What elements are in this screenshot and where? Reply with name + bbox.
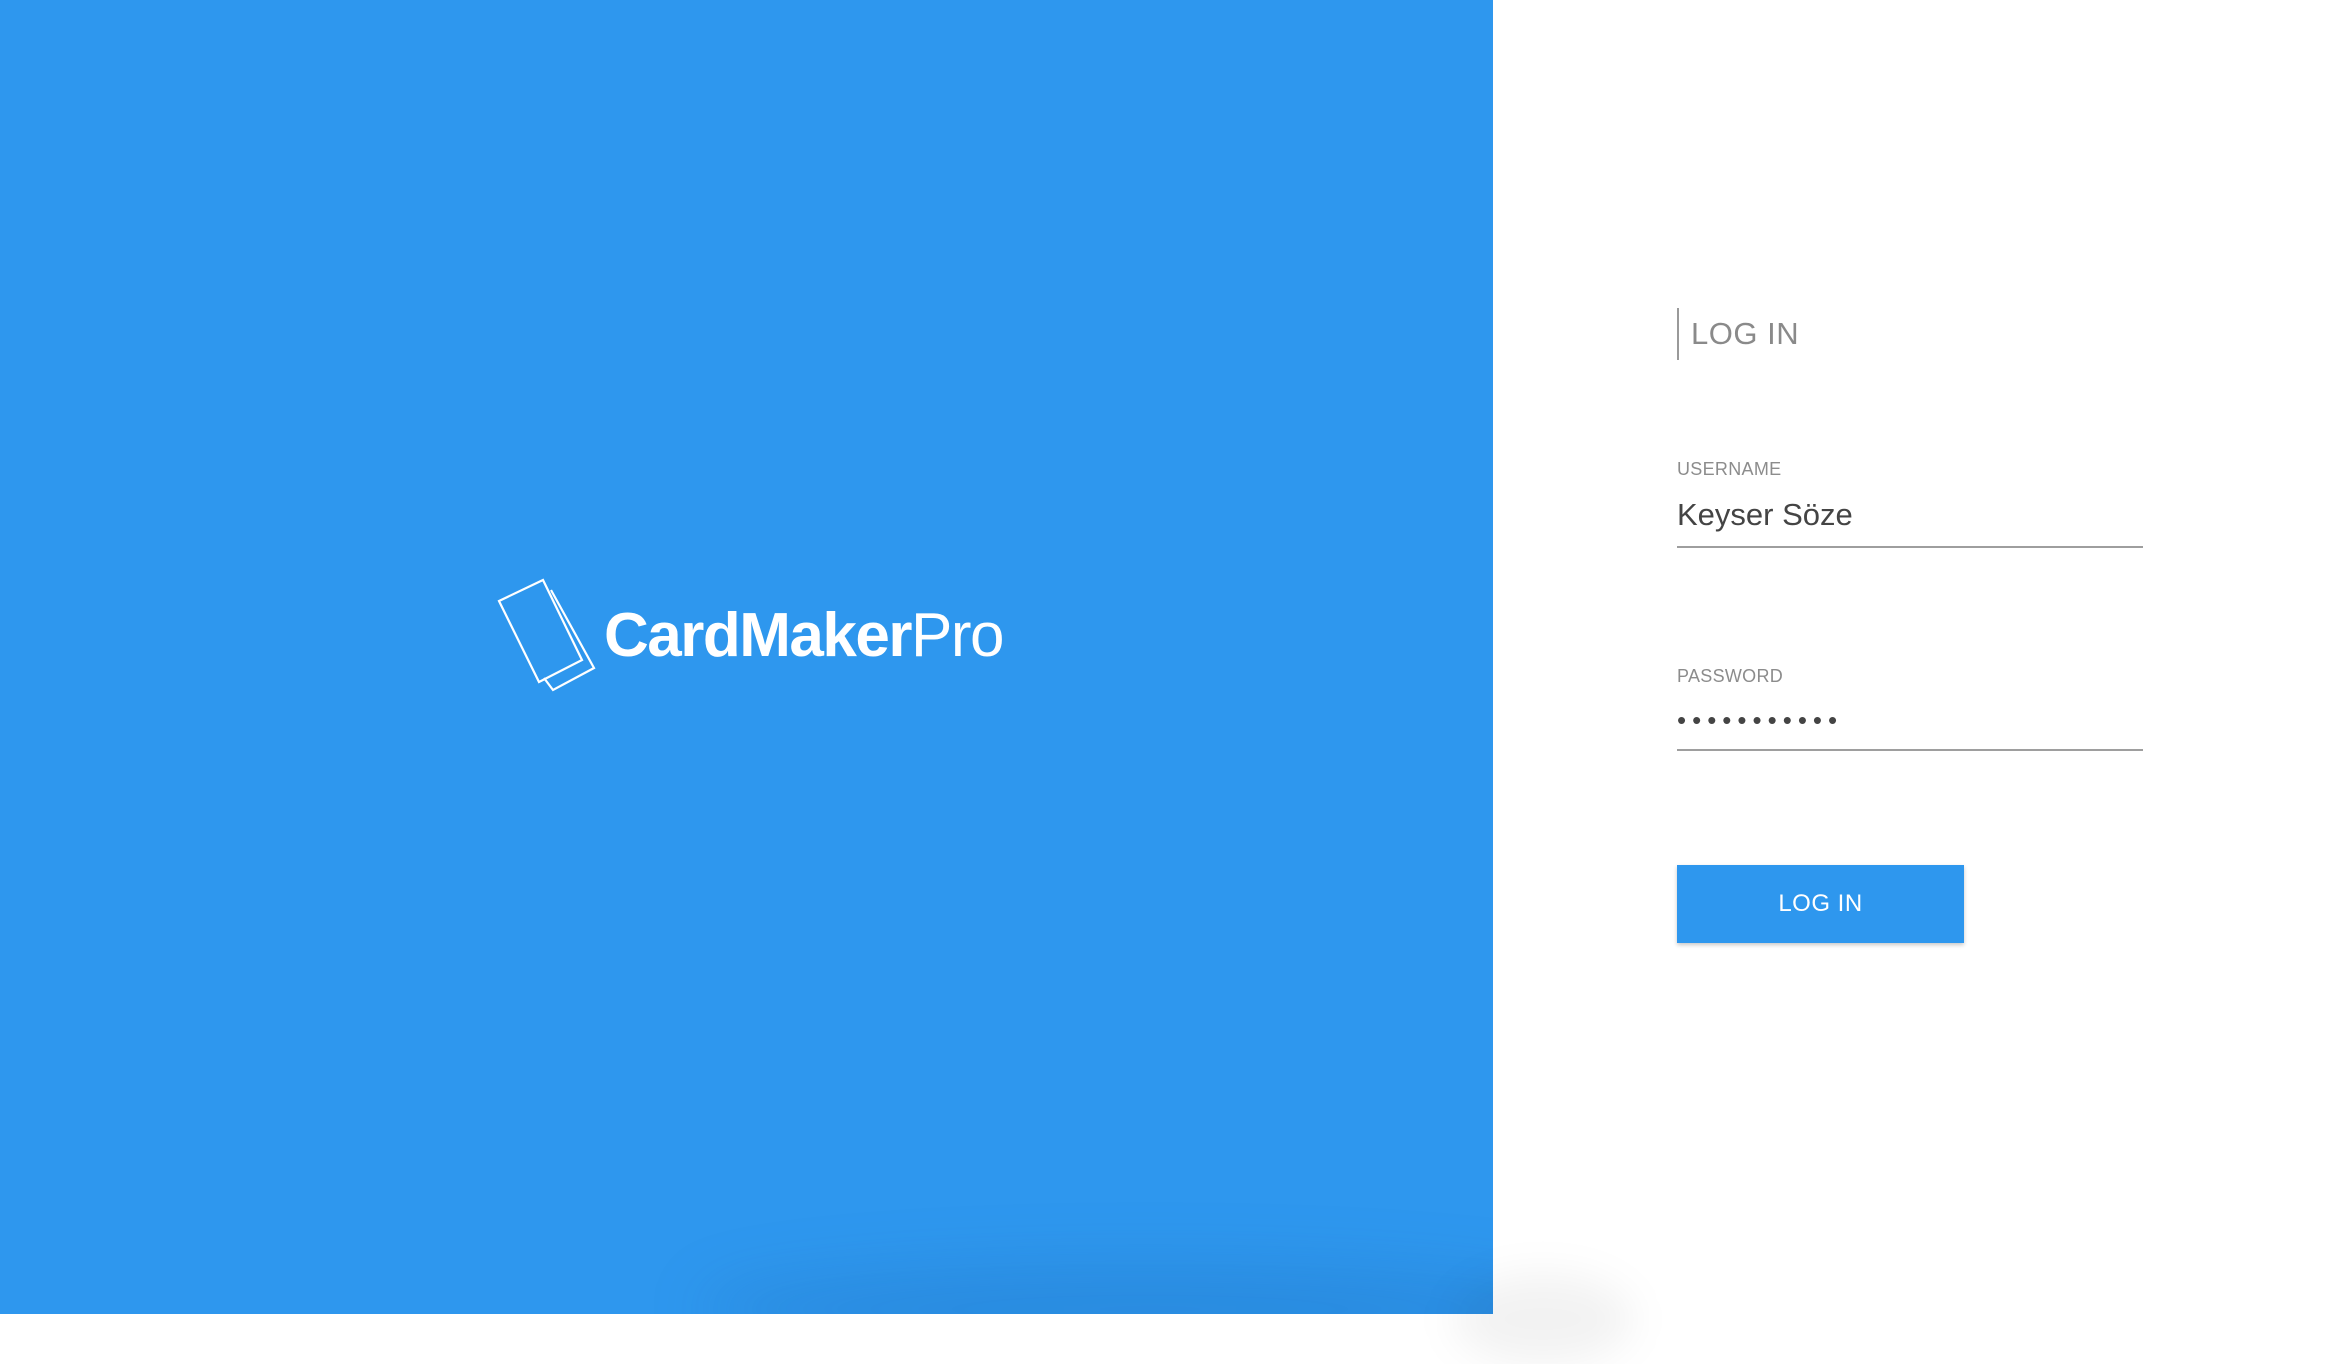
- brand-name: CardMakerPro: [604, 605, 1004, 667]
- bottom-shade: [700, 1264, 1493, 1314]
- login-panel: LOG IN USERNAME PASSWORD LOG IN: [1453, 0, 2340, 1364]
- cards-outline-icon: [497, 578, 596, 692]
- corner-shade: [1453, 1274, 1633, 1364]
- brand-panel: CardMakerPro: [0, 0, 1493, 1314]
- password-input[interactable]: [1677, 691, 2143, 751]
- brand-name-light: Pro: [910, 601, 1004, 670]
- login-title: LOG IN: [1677, 308, 1799, 360]
- login-button[interactable]: LOG IN: [1677, 865, 1964, 943]
- username-input[interactable]: [1677, 484, 2143, 548]
- password-field: PASSWORD: [1677, 665, 2143, 751]
- brand-logo: CardMakerPro: [496, 578, 1004, 694]
- username-label: USERNAME: [1677, 459, 1782, 479]
- brand-name-bold: CardMaker: [604, 601, 912, 670]
- password-label: PASSWORD: [1677, 666, 1784, 686]
- username-field: USERNAME: [1677, 458, 2143, 548]
